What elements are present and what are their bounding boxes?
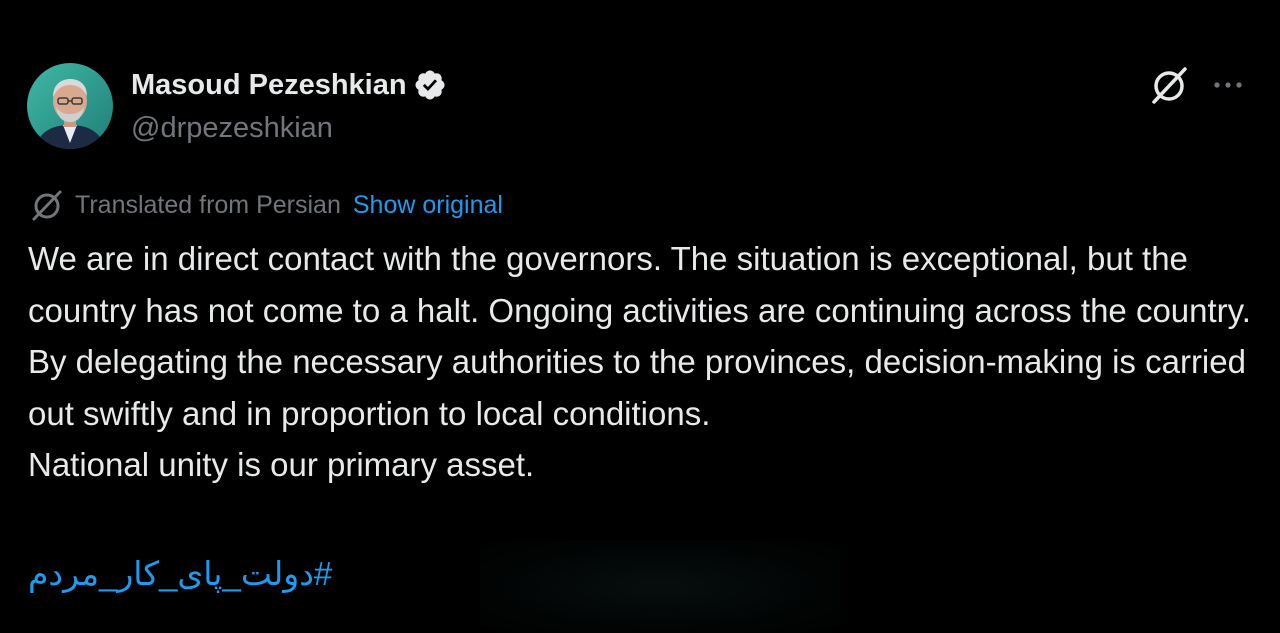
avatar[interactable] — [27, 63, 113, 149]
hashtag-link[interactable]: #دولت_پای_کار_مردم — [28, 548, 332, 599]
avatar-image — [27, 63, 113, 149]
author-display-name[interactable]: Masoud Pezeshkian — [131, 67, 407, 103]
more-options-icon[interactable] — [1210, 72, 1246, 98]
media-preview-shadow — [480, 540, 840, 633]
grok-icon[interactable] — [1148, 64, 1190, 106]
author-name-row[interactable]: Masoud Pezeshkian — [131, 67, 447, 103]
show-original-link[interactable]: Show original — [353, 191, 503, 220]
verified-badge-icon — [413, 68, 447, 102]
tweet-text: We are in direct contact with the govern… — [28, 233, 1258, 491]
tweet: Masoud Pezeshkian @drpezeshkian Translat… — [0, 0, 1280, 633]
author-handle[interactable]: @drpezeshkian — [131, 110, 333, 146]
translated-from-label: Translated from Persian — [75, 190, 341, 219]
tweet-body-text: We are in direct contact with the govern… — [28, 240, 1251, 483]
translation-bar: Translated from Persian Show original — [29, 188, 503, 222]
translate-icon — [29, 188, 65, 222]
